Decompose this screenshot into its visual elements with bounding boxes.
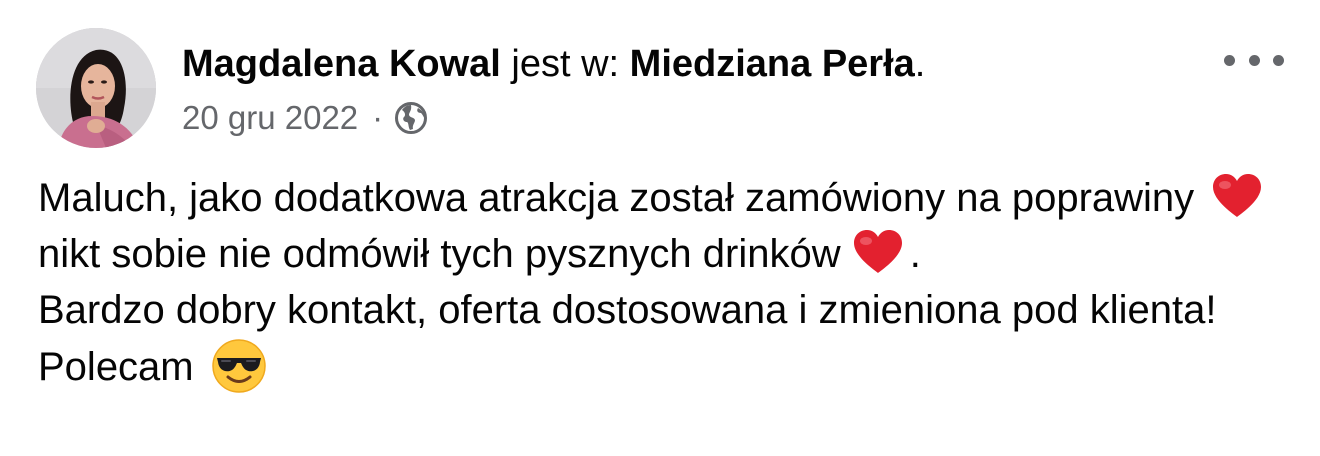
post-body: Maluch, jako dodatkowa atrakcja został z…: [38, 170, 1288, 395]
avatar-image: [36, 28, 156, 148]
post-text-line-2: nikt sobie nie odmówił tych pysznych dri…: [38, 232, 841, 276]
author-name[interactable]: Magdalena Kowal: [182, 43, 501, 85]
more-dot: [1248, 54, 1260, 66]
heart-emoji: [1213, 174, 1262, 217]
post-header: Magdalena Kowal jest w: Miedziana Perła.: [182, 40, 925, 88]
more-options-icon[interactable]: [1224, 44, 1284, 76]
more-dot: [1273, 54, 1284, 66]
more-dot: [1224, 54, 1235, 66]
location-connector: jest w:: [511, 43, 620, 85]
meta-separator: ·: [372, 99, 384, 136]
post-paragraph-2: Bardzo dobry kontakt, oferta dostosowana…: [38, 282, 1288, 395]
post-text-line-1: Maluch, jako dodatkowa atrakcja został z…: [38, 176, 1195, 220]
post-text-period: .: [909, 232, 921, 276]
post-date[interactable]: 20 gru 2022: [182, 99, 358, 137]
post-paragraph-1: Maluch, jako dodatkowa atrakcja został z…: [38, 170, 1288, 282]
header-period: .: [914, 43, 926, 85]
facebook-post: Magdalena Kowal jest w: Miedziana Perła.…: [0, 0, 1320, 456]
smiling-face-with-sunglasses-emoji: [212, 339, 266, 393]
post-meta: 20 gru 2022 ·: [182, 96, 429, 140]
globe-icon[interactable]: [393, 100, 429, 136]
location-name[interactable]: Miedziana Perła: [630, 43, 915, 85]
heart-emoji: [853, 230, 902, 273]
author-avatar[interactable]: [36, 28, 156, 148]
